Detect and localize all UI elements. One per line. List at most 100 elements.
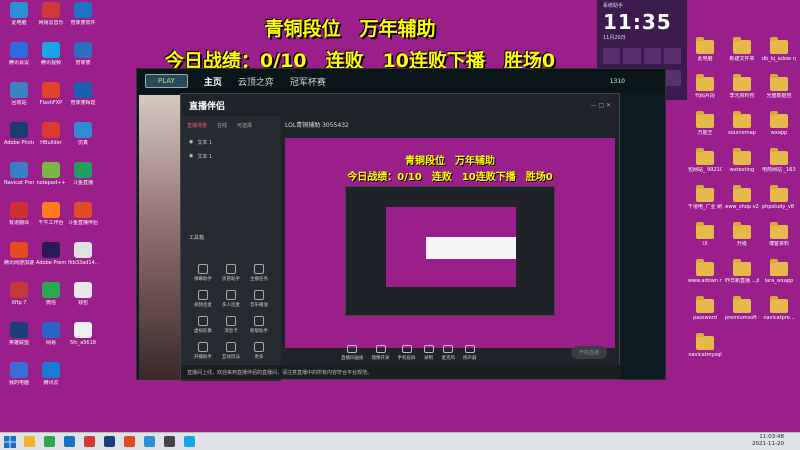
- taskbar-app-icon[interactable]: [104, 436, 115, 447]
- desktop-icon[interactable]: 网易云音乐: [36, 2, 66, 36]
- desktop-icon[interactable]: Navicat Premium 12: [4, 162, 34, 196]
- tool-item[interactable]: 开播助手: [189, 342, 217, 360]
- stream-preview[interactable]: 青铜段位 万年辅助 今日战绩：0/10 连败 10连败下播 胜场0: [285, 138, 615, 348]
- tool-item[interactable]: 新版助手: [245, 316, 273, 334]
- folder-item[interactable]: UI: [688, 222, 722, 259]
- taskbar-app-icon[interactable]: [164, 436, 175, 447]
- eye-icon[interactable]: ◉: [189, 139, 193, 145]
- folder-item[interactable]: 此电脑: [688, 37, 722, 74]
- start-live-button[interactable]: 开始直播: [570, 346, 607, 359]
- tab-optional[interactable]: 可选择: [237, 122, 252, 129]
- folder-item[interactable]: 千禧电_广业 刷新专...: [688, 185, 722, 222]
- folder-item[interactable]: navicatmysql: [688, 333, 722, 370]
- folder-item[interactable]: wxapp: [762, 111, 796, 148]
- folder-item[interactable]: lara_wxapp: [762, 259, 796, 296]
- folder-item[interactable]: 代码片段: [688, 74, 722, 111]
- folder-item[interactable]: wxtesting: [725, 148, 759, 185]
- folder-item[interactable]: password: [688, 296, 722, 333]
- desktop-icon[interactable]: FlashFXP: [36, 82, 66, 116]
- folder-item[interactable]: navicatpre...: [762, 296, 796, 333]
- tool-item[interactable]: 房管助手: [217, 264, 245, 282]
- desktop-icon[interactable]: 腾讯云: [36, 362, 66, 396]
- taskbar-clock[interactable]: 11:03:48 2021-11-20: [752, 434, 784, 448]
- folder-item[interactable]: sourcemap: [725, 111, 759, 148]
- streaming-app-window[interactable]: 直播伴侣 — □ ✕ 直播场景 在线 可选择 ◉ 文本 1 ◉ 文本 1 工具箱 弹…: [180, 93, 621, 381]
- desktop-icon[interactable]: 腾讯视频: [36, 42, 66, 76]
- taskbar-app-icon[interactable]: [124, 436, 135, 447]
- folder-item[interactable]: 升级: [725, 222, 759, 259]
- desktop-icon[interactable]: 管家婆: [68, 42, 98, 76]
- tool-item[interactable]: 视频连麦: [189, 290, 217, 308]
- control-button[interactable]: 麦克风: [442, 345, 455, 361]
- tool-item[interactable]: 弹幕助手: [189, 264, 217, 282]
- desktop-icon[interactable]: 微信: [36, 282, 66, 316]
- source-item[interactable]: ◉ 文本 1: [181, 135, 281, 149]
- tool-item[interactable]: 主播任务: [245, 264, 273, 282]
- tab-scene[interactable]: 直播场景: [187, 122, 207, 129]
- folder-item[interactable]: phpstudy_v8 .1.0.1: [762, 185, 796, 222]
- folder-item[interactable]: 电商网站 _16371956...: [762, 148, 796, 185]
- desktop-icon-label: 仿真: [77, 140, 88, 146]
- folder-item[interactable]: 昨日新直播 ...jf69.9.4: [725, 259, 759, 296]
- tool-item[interactable]: 消息卡: [217, 316, 245, 334]
- eye-icon[interactable]: ◉: [189, 153, 193, 159]
- folder-item[interactable]: eww_shop v2: [725, 185, 759, 222]
- taskbar-app-icon[interactable]: [44, 436, 55, 447]
- folder-item[interactable]: 李元资料包: [725, 74, 759, 111]
- tab-clash[interactable]: 冠军杯赛: [290, 75, 326, 88]
- desktop-icon[interactable]: 仿真: [68, 122, 98, 156]
- desktop-icon[interactable]: 我的电脑: [4, 362, 34, 396]
- desktop-icon[interactable]: 回收站: [4, 82, 34, 116]
- desktop-icon[interactable]: notepad++: [36, 162, 66, 196]
- play-button[interactable]: PLAY: [145, 74, 188, 88]
- desktop-icon[interactable]: 5fc_a5618: [68, 322, 98, 356]
- tool-item[interactable]: 多人连麦: [217, 290, 245, 308]
- windows-start-icon[interactable]: [4, 436, 16, 448]
- desktop-icon[interactable]: 管家婆辉煌: [68, 82, 98, 116]
- desktop-icon[interactable]: 腾讯会议: [4, 42, 34, 76]
- folder-item[interactable]: 包网站_ 992100...: [688, 148, 722, 185]
- desktop-icon[interactable]: HBuilder: [36, 122, 66, 156]
- folder-item[interactable]: premiumsoft 破解 v8.7.1: [725, 296, 759, 333]
- control-button[interactable]: 手机投屏: [398, 345, 416, 361]
- tab-online[interactable]: 在线: [217, 122, 227, 129]
- desktop-icon[interactable]: Adobe Premie...: [36, 242, 66, 276]
- desktop-icon[interactable]: 网易: [36, 322, 66, 356]
- taskbar-app-icon[interactable]: [184, 436, 195, 447]
- folder-item[interactable]: 万能王: [688, 111, 722, 148]
- taskbar-app-icon[interactable]: [84, 436, 95, 447]
- desktop-icon[interactable]: Adobe Photosh...: [4, 122, 34, 156]
- desktop-icon-label: 此电脑: [11, 20, 27, 26]
- folder-item[interactable]: 博客资料: [762, 222, 796, 259]
- taskbar-app-icon[interactable]: [24, 436, 35, 447]
- tool-item[interactable]: 音乐播放: [245, 290, 273, 308]
- control-button[interactable]: 录制: [423, 345, 434, 361]
- tab-tft[interactable]: 云顶之弈: [238, 75, 274, 88]
- folder-item[interactable]: 新建文件夹: [725, 37, 759, 74]
- desktop-icon[interactable]: Xftp 7: [4, 282, 34, 316]
- desktop-icon[interactable]: 千牛工作台: [36, 202, 66, 236]
- taskbar-app-icon[interactable]: [144, 436, 155, 447]
- tool-item[interactable]: 互动玩法: [217, 342, 245, 360]
- desktop-icon[interactable]: 此电脑: [4, 2, 34, 36]
- desktop-icon[interactable]: 斗鱼直播: [68, 162, 98, 196]
- window-controls[interactable]: — □ ✕: [590, 102, 611, 109]
- desktop-icon[interactable]: 有道翻译: [4, 202, 34, 236]
- tool-item[interactable]: 虚拟形象: [189, 316, 217, 334]
- tool-item[interactable]: 更多: [245, 342, 273, 360]
- control-button[interactable]: 扬声器: [463, 345, 477, 361]
- desktop-icon[interactable]: 腾讯网游加速器: [4, 242, 34, 276]
- desktop-icon[interactable]: fkb33ad14...: [68, 242, 98, 276]
- desktop-icon[interactable]: 斗鱼直播伴侣: [68, 202, 98, 236]
- folder-item[interactable]: www.adown ry.com_07-2...: [688, 259, 722, 296]
- control-button[interactable]: 直播间画质: [341, 345, 364, 361]
- folder-item[interactable]: 光盘数据包: [762, 74, 796, 111]
- taskbar-app-icon[interactable]: [64, 436, 75, 447]
- desktop-icon[interactable]: 管家婆软件: [68, 2, 98, 36]
- folder-item[interactable]: db_kj_adow ry_com_20...: [762, 37, 796, 74]
- source-item[interactable]: ◉ 文本 1: [181, 149, 281, 163]
- control-button[interactable]: 镜像开关: [372, 345, 390, 361]
- desktop-icon[interactable]: 钱包: [68, 282, 98, 316]
- tab-home[interactable]: 主页: [204, 75, 222, 88]
- desktop-icon[interactable]: 英雄联盟: [4, 322, 34, 356]
